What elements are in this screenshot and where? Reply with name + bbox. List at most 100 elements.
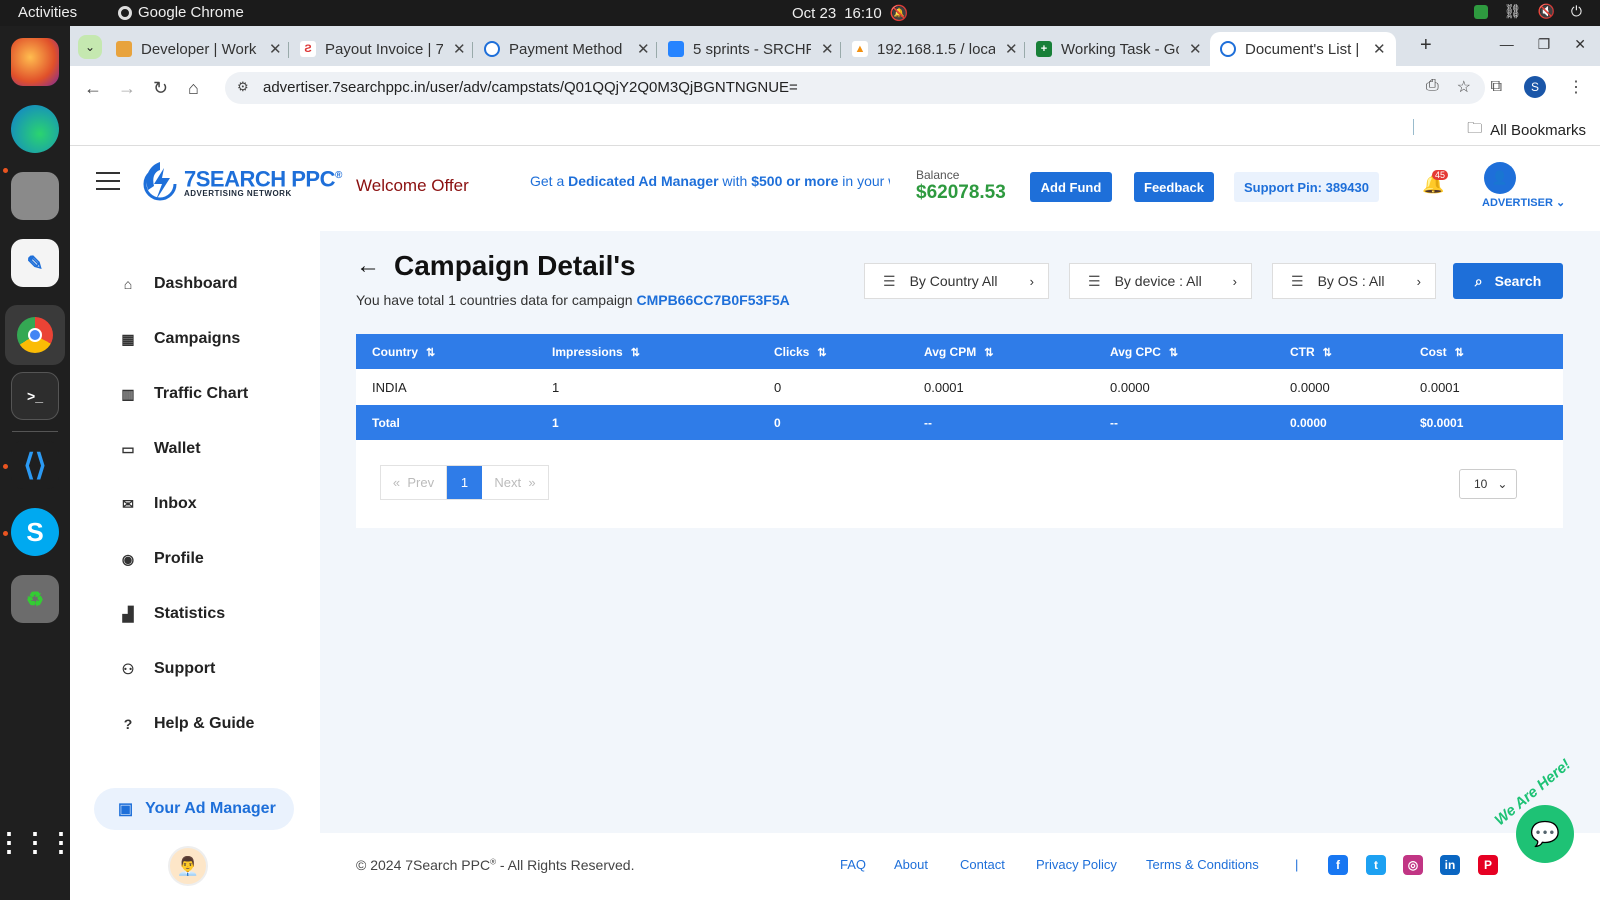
support-pin: Support Pin: 389430 — [1234, 172, 1379, 202]
column-header-avg-cpc[interactable]: Avg CPC ⇅ — [1094, 334, 1274, 369]
sidebar-item-statistics[interactable]: ▟ Statistics — [120, 605, 226, 623]
campaign-id: CMPB66CC7B0F53F5A — [636, 292, 790, 308]
sidebar-item-dashboard[interactable]: ⌂ Dashboard — [120, 275, 238, 293]
address-bar[interactable]: ⚙ advertiser.7searchppc.in/user/adv/camp… — [225, 72, 1485, 104]
app-menu[interactable]: Google Chrome — [118, 4, 244, 21]
browser-toolbar: ← → ↻ ⌂ ⚙ advertiser.7searchppc.in/user/… — [70, 66, 1600, 110]
sidebar-item-wallet[interactable]: ▭ Wallet — [120, 440, 200, 458]
footer-link-about[interactable]: About — [894, 857, 928, 872]
footer-link-contact[interactable]: Contact — [960, 857, 1005, 872]
chrome-icon[interactable] — [5, 305, 65, 365]
forward-icon[interactable]: → — [118, 78, 136, 99]
tab-search-button[interactable]: ⌄ — [78, 35, 102, 59]
table-header-row: Country ⇅ Impressions ⇅ Clicks ⇅ Avg CPM ⇅ A… — [356, 334, 1563, 369]
sidebar-item-inbox[interactable]: ✉ Inbox — [120, 495, 197, 513]
close-icon[interactable]: ✕ — [1373, 40, 1386, 58]
browser-tab[interactable]: Payment Method ✕ — [474, 32, 660, 66]
hamburger-menu-icon[interactable] — [96, 172, 120, 196]
new-tab-button[interactable]: + — [1420, 34, 1432, 57]
restore-icon[interactable]: ❐ — [1538, 36, 1551, 53]
reload-icon[interactable]: ↻ — [153, 78, 168, 99]
sidebar-item-traffic-chart[interactable]: ▥ Traffic Chart — [120, 385, 248, 403]
sidebar-item-support[interactable]: ⚇ Support — [120, 660, 216, 678]
activities-button[interactable]: Activities — [18, 4, 77, 21]
country-filter[interactable]: ☰ By Country All › — [864, 263, 1049, 299]
column-header-clicks[interactable]: Clicks ⇅ — [758, 334, 908, 369]
system-tray[interactable]: ⛓ 🔇 ⏻ — [1473, 3, 1582, 20]
browser-tab-active[interactable]: Document's List | ✕ — [1210, 32, 1396, 66]
facebook-icon[interactable]: f — [1328, 855, 1348, 875]
browser-tab[interactable]: + Working Task - Go ✕ — [1026, 32, 1212, 66]
site-logo[interactable]: 7SEARCH PPC® ADVERTISING NETWORK — [142, 160, 342, 204]
browser-tab[interactable]: 5 sprints - SRCHP ✕ — [658, 32, 844, 66]
close-icon[interactable]: ✕ — [453, 40, 466, 58]
linkedin-icon[interactable]: in — [1440, 855, 1460, 875]
profile-avatar[interactable]: S — [1524, 76, 1546, 98]
text-editor-icon[interactable]: ✎ — [11, 239, 59, 287]
site-info-icon[interactable]: ⚙ — [237, 79, 249, 95]
terminal-icon[interactable]: >_ — [11, 372, 59, 420]
install-app-icon[interactable]: ⎙ — [1426, 77, 1439, 97]
notification-bell-icon[interactable]: 🔔 45 — [1422, 170, 1449, 195]
tab-divider — [472, 42, 473, 58]
browser-tab[interactable]: Ƨ Payout Invoice | 7 ✕ — [290, 32, 476, 66]
next-page-button[interactable]: Next » — [482, 466, 548, 499]
welcome-offer[interactable]: Welcome Offer — [356, 176, 469, 196]
vscode-icon[interactable]: ⟨⟩ — [11, 441, 59, 489]
sidebar-item-help-guide[interactable]: ? Help & Guide — [120, 715, 255, 733]
menu-kebab-icon[interactable]: ⋮ — [1568, 77, 1584, 97]
page-number-button[interactable]: 1 — [447, 466, 482, 499]
all-bookmarks-button[interactable]: 🗀 All Bookmarks — [1467, 118, 1586, 143]
back-icon[interactable]: ← — [84, 78, 102, 99]
os-filter[interactable]: ☰ By OS : All › — [1272, 263, 1436, 299]
page-size-select[interactable]: 10 ⌄ — [1459, 469, 1517, 499]
skype-icon[interactable]: S — [11, 508, 59, 556]
address-bar-actions: ⎙ ☆ — [1426, 77, 1471, 97]
add-fund-button[interactable]: Add Fund — [1030, 172, 1112, 202]
twitter-icon[interactable]: t — [1366, 855, 1386, 875]
minimize-icon[interactable]: — — [1500, 36, 1514, 53]
close-icon[interactable]: ✕ — [1189, 40, 1202, 58]
column-header-impressions[interactable]: Impressions ⇅ — [536, 334, 758, 369]
browser-tab[interactable]: Developer | Work ✕ — [106, 32, 292, 66]
chat-bubble-icon[interactable]: 💬 — [1516, 805, 1574, 863]
footer-link-terms[interactable]: Terms & Conditions — [1146, 857, 1259, 872]
firefox-icon[interactable] — [11, 38, 59, 86]
pinterest-icon[interactable]: P — [1478, 855, 1498, 875]
column-header-cost[interactable]: Cost ⇅ — [1404, 334, 1563, 369]
back-arrow-icon[interactable]: ← — [356, 252, 380, 280]
user-role-dropdown[interactable]: ADVERTISER ⌄ — [1482, 196, 1565, 209]
home-icon[interactable]: ⌂ — [188, 78, 199, 99]
network-icon: ⛓ — [1503, 3, 1522, 19]
sidebar-item-campaigns[interactable]: ▦ Campaigns — [120, 330, 240, 348]
cell-clicks: 0 — [774, 379, 782, 395]
instagram-icon[interactable]: ◎ — [1403, 855, 1423, 875]
search-button[interactable]: ⌕ Search — [1453, 263, 1563, 299]
bookmark-star-icon[interactable]: ☆ — [1457, 77, 1471, 97]
close-icon[interactable]: ✕ — [1005, 40, 1018, 58]
show-apps-icon[interactable]: ⋮⋮⋮ — [0, 818, 74, 866]
ad-manager-avatar[interactable]: 👨‍💼 — [168, 846, 208, 886]
sort-icon: ⇅ — [1168, 346, 1179, 359]
footer-link-faq[interactable]: FAQ — [840, 857, 866, 872]
device-filter[interactable]: ☰ By device : All › — [1069, 263, 1252, 299]
column-header-avg-cpm[interactable]: Avg CPM ⇅ — [908, 334, 1094, 369]
your-ad-manager-button[interactable]: ▣ Your Ad Manager — [94, 788, 294, 830]
clock[interactable]: Oct 23 16:10 🔕 — [792, 4, 908, 23]
column-header-country[interactable]: Country ⇅ — [356, 334, 536, 369]
close-icon[interactable]: ✕ — [821, 40, 834, 58]
close-window-icon[interactable]: ✕ — [1574, 36, 1586, 53]
files-icon[interactable] — [11, 172, 59, 220]
user-avatar-icon[interactable]: 👤 — [1484, 162, 1516, 194]
footer-link-privacy-policy[interactable]: Privacy Policy — [1036, 857, 1117, 872]
close-icon[interactable]: ✕ — [637, 40, 650, 58]
extensions-icon[interactable]: ⧉ — [1491, 78, 1502, 96]
feedback-button[interactable]: Feedback — [1134, 172, 1214, 202]
browser-tab[interactable]: ▲ 192.168.1.5 / loca ✕ — [842, 32, 1028, 66]
column-header-ctr[interactable]: CTR ⇅ — [1274, 334, 1404, 369]
edge-icon[interactable] — [11, 105, 59, 153]
prev-page-button[interactable]: « Prev — [381, 466, 447, 499]
trash-icon[interactable]: ♻ — [11, 575, 59, 623]
sidebar-item-profile[interactable]: ◉ Profile — [120, 550, 204, 568]
close-icon[interactable]: ✕ — [269, 40, 282, 58]
